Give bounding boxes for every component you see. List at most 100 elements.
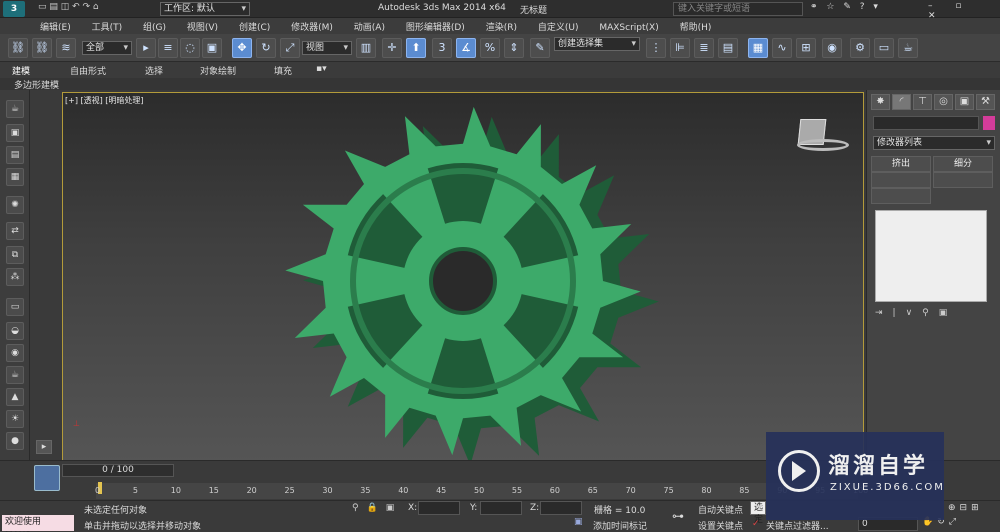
expand-arrow-icon[interactable]: ▸ (36, 440, 52, 454)
gear-model[interactable] (63, 93, 864, 462)
menu-edit[interactable]: 编辑(E) (40, 23, 71, 33)
modifier-slot-3[interactable] (871, 188, 931, 204)
teapot-icon[interactable]: ☕ (6, 100, 24, 118)
maxscript-listener[interactable]: 欢迎使用 MAXSc (2, 515, 74, 532)
object-color-swatch[interactable] (983, 116, 995, 130)
rotate-icon[interactable]: ↻ (256, 38, 276, 58)
render-production-icon[interactable]: ☕ (898, 38, 918, 58)
cluster-icon[interactable]: ⁂ (6, 268, 24, 286)
modify-tab-icon[interactable]: ◜ (892, 94, 911, 110)
help-icons[interactable]: ⚭ ☆ ✎ ? ▾ (810, 2, 881, 12)
teapot-primitive-icon[interactable]: ☕ (6, 366, 24, 384)
extrude-button[interactable]: 挤出 (871, 156, 931, 172)
ribbon-tab-object-paint[interactable]: 对象绘制 (200, 64, 236, 77)
scene-explorer-icon[interactable]: ▤ (718, 38, 738, 58)
key-filters-button[interactable]: 关键点过滤器... (766, 519, 829, 532)
spinner-snap-icon[interactable]: ⇕ (504, 38, 524, 58)
modifier-slot-2[interactable] (933, 172, 993, 188)
stack-tools-icons[interactable]: ⇥|∨⚲▣ (875, 308, 957, 318)
perspective-viewport[interactable]: [+] [透视] [明暗处理] ⊥ (62, 92, 864, 462)
menu-help[interactable]: 帮助(H) (680, 23, 712, 33)
select-by-name-icon[interactable]: ≡ (158, 38, 178, 58)
select-object-icon[interactable]: ▸ (136, 38, 156, 58)
menu-tools[interactable]: 工具(T) (92, 23, 123, 33)
menu-create[interactable]: 创建(C) (239, 23, 270, 33)
light-icon[interactable]: ✺ (6, 196, 24, 214)
graphite-toggle-icon[interactable]: ▦ (748, 38, 768, 58)
modifier-stack-list[interactable] (875, 210, 987, 302)
cylinder-icon[interactable]: ◉ (6, 344, 24, 362)
key-icon[interactable]: ⊶ (672, 509, 684, 523)
display-tab-icon[interactable]: ▣ (955, 94, 974, 110)
menu-views[interactable]: 视图(V) (187, 23, 218, 33)
region-select-icon[interactable]: ◌ (180, 38, 200, 58)
utilities-tab-icon[interactable]: ⚒ (976, 94, 995, 110)
object-name-field[interactable] (873, 116, 979, 130)
render-setup-icon[interactable]: ⚙ (850, 38, 870, 58)
box-icon[interactable]: ▤ (6, 146, 24, 164)
auto-key-button[interactable]: 自动关键点 (698, 503, 743, 516)
time-tag-icon[interactable]: ▣ (574, 517, 583, 527)
material-editor-icon[interactable]: ◉ (822, 38, 842, 58)
percent-snap-icon[interactable]: % (480, 38, 500, 58)
ribbon-tab-modeling[interactable]: 建模 (12, 64, 30, 77)
manipulate-icon[interactable]: ✛ (382, 38, 402, 58)
modifier-slot-1[interactable] (871, 172, 931, 188)
edit-named-selection-icon[interactable]: ✎ (530, 38, 550, 58)
unlink-icon[interactable]: ⛓ (32, 38, 52, 58)
subdivide-button[interactable]: 细分 (933, 156, 993, 172)
link-icon[interactable]: ⛓ (8, 38, 28, 58)
mini-curve-editor-icon[interactable] (34, 465, 60, 491)
menu-animation[interactable]: 动画(A) (354, 23, 385, 33)
box-primitive-icon[interactable]: ▭ (6, 298, 24, 316)
plane-icon[interactable]: ▣ (6, 124, 24, 142)
lock-selection-icon[interactable]: ⚲🔒▣ (352, 503, 402, 513)
workspace-select[interactable]: 工作区: 默认 (160, 2, 250, 16)
selection-filter-select[interactable]: 全部 (82, 41, 132, 55)
window-crossing-icon[interactable]: ▣ (202, 38, 222, 58)
app-logo-icon[interactable]: 3 (3, 1, 25, 17)
ribbon-tab-freeform[interactable]: 自由形式 (70, 64, 106, 77)
menu-customize[interactable]: 自定义(U) (538, 23, 579, 33)
cone-icon[interactable]: ▲ (6, 388, 24, 406)
grid-icon[interactable]: ▦ (6, 168, 24, 186)
sphere-icon[interactable]: ◒ (6, 322, 24, 340)
move-object-icon[interactable]: ⇄ (6, 222, 24, 240)
rendered-frame-icon[interactable]: ▭ (874, 38, 894, 58)
curve-editor-icon[interactable]: ∿ (772, 38, 792, 58)
menu-graph-editors[interactable]: 图形编辑器(D) (406, 23, 465, 33)
modifier-list-select[interactable]: 修改器列表 (873, 136, 995, 150)
ribbon-tab-populate[interactable]: 填充 (274, 64, 292, 77)
quick-access-icons[interactable]: ▭ ▤ ◫ ↶ ↷ ⌂ (38, 2, 99, 12)
time-slider[interactable]: 0 / 100 (62, 464, 174, 477)
menu-rendering[interactable]: 渲染(R) (486, 23, 517, 33)
ribbon-tab-selection[interactable]: 选择 (145, 64, 163, 77)
menu-group[interactable]: 组(G) (143, 23, 166, 33)
orb-icon[interactable]: ● (6, 432, 24, 450)
key-filter-icon[interactable]: ✓ (752, 519, 760, 529)
menu-modifiers[interactable]: 修改器(M) (291, 23, 333, 33)
x-coord-field[interactable] (418, 501, 460, 515)
align-icon[interactable]: ⊫ (670, 38, 690, 58)
reference-coord-select[interactable]: 视图 (302, 41, 352, 55)
pivot-center-icon[interactable]: ▥ (356, 38, 376, 58)
snaps-toggle-icon[interactable]: 3 (432, 38, 452, 58)
ribbon-options-icon[interactable]: ▪▾ (316, 64, 327, 74)
hierarchy-tab-icon[interactable]: ⊤ (913, 94, 932, 110)
angle-snap-icon[interactable]: ∡ (456, 38, 476, 58)
sun-icon[interactable]: ☀ (6, 410, 24, 428)
motion-tab-icon[interactable]: ◎ (934, 94, 953, 110)
z-coord-field[interactable] (540, 501, 582, 515)
camera-icon[interactable]: ⧉ (6, 246, 24, 264)
mirror-icon[interactable]: ⋮ (646, 38, 666, 58)
zoom-icons[interactable]: ⊕⊟⊞ (948, 503, 983, 513)
named-selection-set-select[interactable]: 创建选择集 (554, 37, 640, 51)
add-time-tag[interactable]: 添加时间标记 (593, 519, 647, 532)
schematic-view-icon[interactable]: ⊞ (796, 38, 816, 58)
search-input[interactable]: 键入关键字或短语 (673, 2, 803, 16)
select-move-icon[interactable]: ✥ (232, 38, 252, 58)
keyboard-shortcut-icon[interactable]: ⬆ (406, 38, 426, 58)
create-tab-icon[interactable]: ✸ (871, 94, 890, 110)
viewcube-ring-icon[interactable] (797, 139, 849, 151)
scale-icon[interactable]: ⤢ (280, 38, 300, 58)
